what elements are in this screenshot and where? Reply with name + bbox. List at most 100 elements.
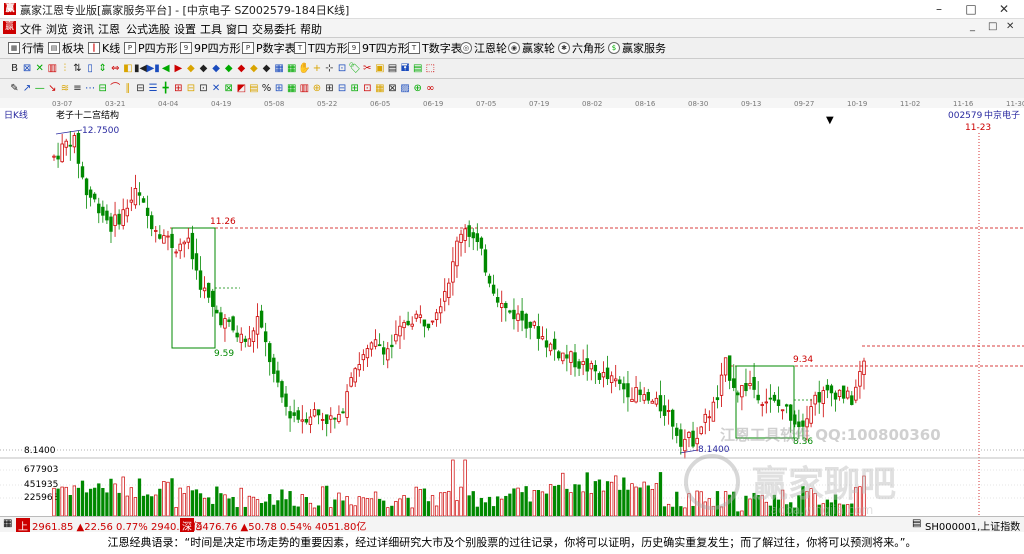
analysis-tool-16-icon[interactable]: ✕ (210, 82, 223, 95)
draw-tool-6-icon[interactable]: ▯ (84, 62, 97, 75)
draw-tool-30-icon[interactable]: ▤ (386, 62, 399, 75)
analysis-tool-11-icon[interactable]: ☰ (147, 82, 160, 95)
kline-chart-area[interactable]: 03-07 03-21 04-04 04-19 05-08 05-22 06-05 06-19… (0, 98, 1024, 517)
menu-info[interactable]: 资讯 (72, 21, 94, 37)
grid-icon[interactable]: ▦ (3, 518, 12, 529)
analysis-tool-13-icon[interactable]: ⊞ (172, 82, 185, 95)
draw-tool-1-icon[interactable]: ⊠ (21, 62, 34, 75)
toolbar-p-table-button[interactable]: P P数字表 (242, 41, 296, 55)
analysis-tool-2-icon[interactable]: — (33, 82, 46, 95)
analysis-tool-33-icon[interactable]: ∞ (424, 82, 437, 95)
toolbar-sector-button[interactable]: ▤ 板块 (48, 41, 84, 55)
draw-tool-24-icon[interactable]: + (310, 62, 323, 75)
draw-tool-3-icon[interactable]: ▥ (46, 62, 59, 75)
draw-tool-2-icon[interactable]: ✕ (33, 62, 46, 75)
draw-tool-27-icon[interactable]: 🏷 (348, 62, 361, 75)
menu-window[interactable]: 窗口 (226, 21, 248, 37)
toolbar-t-square-button[interactable]: T T四方形 (294, 41, 348, 55)
analysis-tool-31-icon[interactable]: ▨ (399, 82, 412, 95)
mdi-close-button[interactable]: ✕ (1006, 21, 1014, 32)
menu-gann[interactable]: 江恩 (98, 21, 120, 37)
draw-tool-7-icon[interactable]: ⇕ (96, 62, 109, 75)
draw-tool-23-icon[interactable]: ✋ (298, 62, 311, 75)
draw-tool-20-icon[interactable]: ◆ (260, 62, 273, 75)
draw-tool-9-icon[interactable]: ◧ (121, 62, 134, 75)
analysis-tool-6-icon[interactable]: ⋯ (84, 82, 97, 95)
mdi-restore-button[interactable]: □ (988, 21, 997, 32)
draw-tool-5-icon[interactable]: ⇅ (71, 62, 84, 75)
analysis-tool-12-icon[interactable]: ╋ (159, 82, 172, 95)
analysis-tool-23-icon[interactable]: ▥ (298, 82, 311, 95)
toolbar-hexagon-button[interactable]: ✱ 六角形 (558, 41, 605, 55)
draw-tool-17-icon[interactable]: ◆ (222, 62, 235, 75)
maximize-button[interactable]: □ (957, 1, 985, 17)
analysis-tool-21-icon[interactable]: ⊞ (273, 82, 286, 95)
close-button[interactable]: ✕ (990, 1, 1018, 17)
menu-settings[interactable]: 设置 (174, 21, 196, 37)
toolbar-service-button[interactable]: $ 赢家服务 (608, 41, 666, 55)
analysis-tool-25-icon[interactable]: ⊞ (323, 82, 336, 95)
draw-tool-22-icon[interactable]: ▦ (285, 62, 298, 75)
toolbar-gann-wheel-button[interactable]: ◎ 江恩轮 (460, 41, 507, 55)
menu-tools[interactable]: 工具 (200, 21, 222, 37)
analysis-tool-18-icon[interactable]: ◩ (235, 82, 248, 95)
analysis-tool-30-icon[interactable]: ⊠ (386, 82, 399, 95)
menu-browse[interactable]: 浏览 (46, 21, 68, 37)
menu-formula-select[interactable]: 公式选股 (126, 21, 170, 37)
menu-help[interactable]: 帮助 (300, 21, 322, 37)
toolbar-quote-button[interactable]: ▦ 行情 (8, 41, 44, 55)
analysis-tool-14-icon[interactable]: ⊟ (184, 82, 197, 95)
draw-tool-31-icon[interactable]: 🖬 (399, 62, 412, 75)
draw-tool-32-icon[interactable]: ▤ (411, 62, 424, 75)
draw-tool-29-icon[interactable]: ▣ (373, 62, 386, 75)
analysis-tool-20-icon[interactable]: % (260, 82, 273, 95)
toolbar-9t-square-button[interactable]: 9 9T四方形 (348, 41, 409, 55)
minimize-button[interactable]: – (925, 1, 953, 17)
draw-tool-8-icon[interactable]: ⇔ (109, 62, 122, 75)
analysis-tool-1-icon[interactable]: ↗ (21, 82, 34, 95)
draw-tool-13-icon[interactable]: ▶ (172, 62, 185, 75)
draw-tool-16-icon[interactable]: ◆ (210, 62, 223, 75)
draw-tool-21-icon[interactable]: ▦ (273, 62, 286, 75)
draw-tool-19-icon[interactable]: ◆ (247, 62, 260, 75)
index-sz-badge[interactable]: 深 (180, 518, 194, 533)
draw-tool-10-icon[interactable]: ▮◀ (134, 62, 147, 75)
draw-tool-26-icon[interactable]: ⊡ (336, 62, 349, 75)
analysis-tool-32-icon[interactable]: ⊕ (411, 82, 424, 95)
analysis-tool-9-icon[interactable]: ∥ (121, 82, 134, 95)
draw-tool-12-icon[interactable]: ◀ (159, 62, 172, 75)
index-sh-badge[interactable]: 上 (16, 518, 30, 533)
analysis-tool-10-icon[interactable]: ⊟ (134, 82, 147, 95)
draw-tool-25-icon[interactable]: ⊹ (323, 62, 336, 75)
analysis-tool-26-icon[interactable]: ⊟ (336, 82, 349, 95)
analysis-tool-7-icon[interactable]: ⊟ (96, 82, 109, 95)
toolbar-winner-wheel-button[interactable]: ◉ 赢家轮 (508, 41, 555, 55)
analysis-tool-5-icon[interactable]: ≡ (71, 82, 84, 95)
analysis-tool-0-icon[interactable]: ✎ (8, 82, 21, 95)
menu-file[interactable]: 文件 (20, 21, 42, 37)
analysis-tool-28-icon[interactable]: ⊡ (361, 82, 374, 95)
draw-tool-28-icon[interactable]: ✂ (361, 62, 374, 75)
analysis-tool-29-icon[interactable]: ▦ (373, 82, 386, 95)
analysis-tool-17-icon[interactable]: ⊠ (222, 82, 235, 95)
analysis-tool-3-icon[interactable]: ↘ (46, 82, 59, 95)
analysis-tool-19-icon[interactable]: ▤ (247, 82, 260, 95)
toolbar-kline-button[interactable]: ┃ K线 (88, 41, 120, 55)
kline-chart[interactable]: 03-07 03-21 04-04 04-19 05-08 05-22 06-05 06-19… (0, 98, 1024, 517)
dropdown-arrow-icon[interactable]: ▼ (826, 115, 834, 126)
draw-tool-18-icon[interactable]: ◆ (235, 62, 248, 75)
draw-tool-33-icon[interactable]: ⬚ (424, 62, 437, 75)
draw-tool-14-icon[interactable]: ◆ (184, 62, 197, 75)
analysis-tool-27-icon[interactable]: ⊞ (348, 82, 361, 95)
toolbar-t-table-button[interactable]: T T数字表 (408, 41, 462, 55)
analysis-tool-4-icon[interactable]: ≋ (58, 82, 71, 95)
analysis-tool-24-icon[interactable]: ⊕ (310, 82, 323, 95)
toolbar-9p-square-button[interactable]: 9 9P四方形 (180, 41, 241, 55)
analysis-tool-8-icon[interactable]: ⌒ (109, 82, 122, 95)
draw-tool-0-icon[interactable]: B (8, 62, 21, 75)
document-icon[interactable]: 赢 (3, 21, 16, 34)
toolbar-p-square-button[interactable]: P P四方形 (124, 41, 178, 55)
analysis-tool-22-icon[interactable]: ▦ (285, 82, 298, 95)
draw-tool-4-icon[interactable]: ⫶ (58, 62, 71, 75)
analysis-tool-15-icon[interactable]: ⊡ (197, 82, 210, 95)
